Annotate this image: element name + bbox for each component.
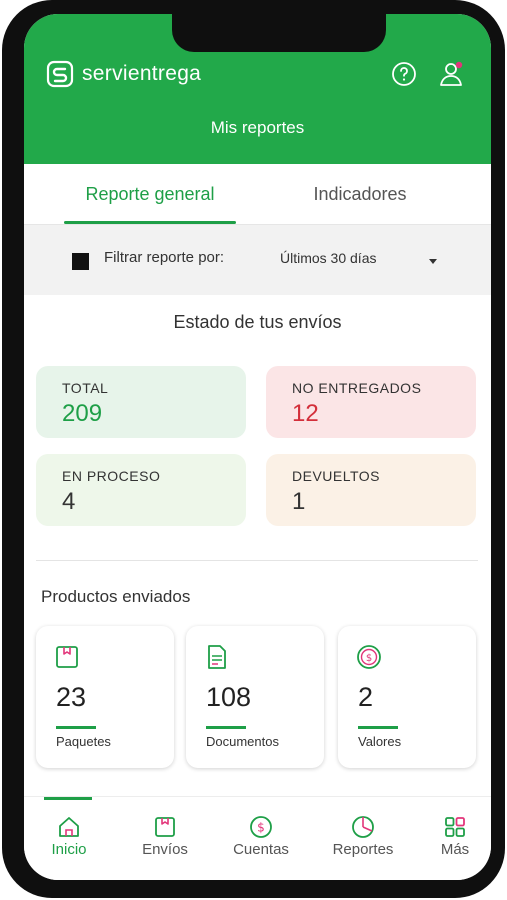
product-label: Valores [358,734,402,749]
nav-item-mas[interactable]: Más [410,815,491,858]
page-title: Mis reportes [210,118,305,137]
section-divider [36,560,478,561]
dollar-coin-icon: $ [250,816,272,838]
package-icon [56,646,78,668]
active-nav-indicator [44,797,92,800]
filter-select-value[interactable]: Últimos 30 días [280,250,376,266]
nav-label: Más [440,841,470,858]
tab-label: Indicadores [313,183,407,204]
status-card-value: 12 [292,400,319,427]
document-icon [208,645,226,669]
product-accent-line [358,726,398,729]
product-count: 108 [206,682,252,712]
brand-logo[interactable]: servientrega [46,60,201,88]
phone-frame: servientrega Mis reportes Reporte genera… [2,0,505,898]
product-label: Paquetes [56,734,111,749]
nav-item-inicio[interactable]: Inicio [24,815,114,858]
product-label: Documentos [206,734,279,749]
grid-icon [445,817,465,837]
status-card-total[interactable]: TOTAL 209 [36,366,246,438]
product-card-documentos[interactable]: 108 Documentos [186,626,324,768]
package-icon [155,817,175,837]
status-card-devueltos[interactable]: DEVUELTOS 1 [266,454,476,526]
svg-text:$: $ [257,821,265,835]
status-card-label: DEVUELTOS [292,468,381,484]
nav-label: Cuentas [233,841,289,858]
nav-label: Envíos [142,841,188,858]
phone-notch [172,14,386,52]
products-section-title: Productos enviados [41,587,191,606]
brand-name: servientrega [82,62,202,85]
status-card-label: NO ENTREGADOS [292,380,422,396]
nav-item-cuentas[interactable]: $ Cuentas [216,815,306,858]
status-card-value: 209 [62,400,103,427]
notification-dot-icon [455,61,463,69]
nav-item-reportes[interactable]: Reportes [318,815,408,858]
pie-chart-icon [352,816,374,838]
product-accent-line [56,726,96,729]
home-icon [59,817,79,837]
product-card-paquetes[interactable]: 23 Paquetes [36,626,174,768]
chevron-down-icon[interactable] [429,259,437,264]
tab-label: Reporte general [85,183,215,204]
user-profile-icon[interactable] [438,60,466,88]
status-card-label: TOTAL [62,380,109,396]
coin-icon: $ [357,645,381,669]
report-tabs: Reporte general Indicadores [24,164,491,224]
tab-indicadores[interactable]: Indicadores [260,164,460,224]
product-count: 2 [358,682,374,712]
filter-icon [72,253,89,270]
filter-label: Filtrar reporte por: [104,249,225,266]
status-card-en-proceso[interactable]: EN PROCESO 4 [36,454,246,526]
product-count: 23 [56,682,87,712]
product-card-valores[interactable]: $ 2 Valores [338,626,476,768]
svg-text:$: $ [366,653,372,664]
status-card-label: EN PROCESO [62,468,161,484]
status-card-value: 1 [292,488,306,515]
report-filter[interactable]: Filtrar reporte por: Últimos 30 días [24,224,491,295]
servientrega-logo-icon [46,60,74,88]
nav-item-envios[interactable]: Envíos [120,815,210,858]
tab-reporte-general[interactable]: Reporte general [50,164,250,224]
nav-label: Reportes [332,841,394,858]
help-icon[interactable] [390,60,418,88]
nav-label: Inicio [51,841,87,858]
bottom-navigation: Inicio Envíos $ Cuentas Reportes Más [24,796,491,880]
status-card-value: 4 [62,488,76,515]
status-card-no-entregados[interactable]: NO ENTREGADOS 12 [266,366,476,438]
product-accent-line [206,726,246,729]
status-section-title: Estado de tus envíos [173,312,342,332]
app-screen: servientrega Mis reportes Reporte genera… [24,14,491,880]
